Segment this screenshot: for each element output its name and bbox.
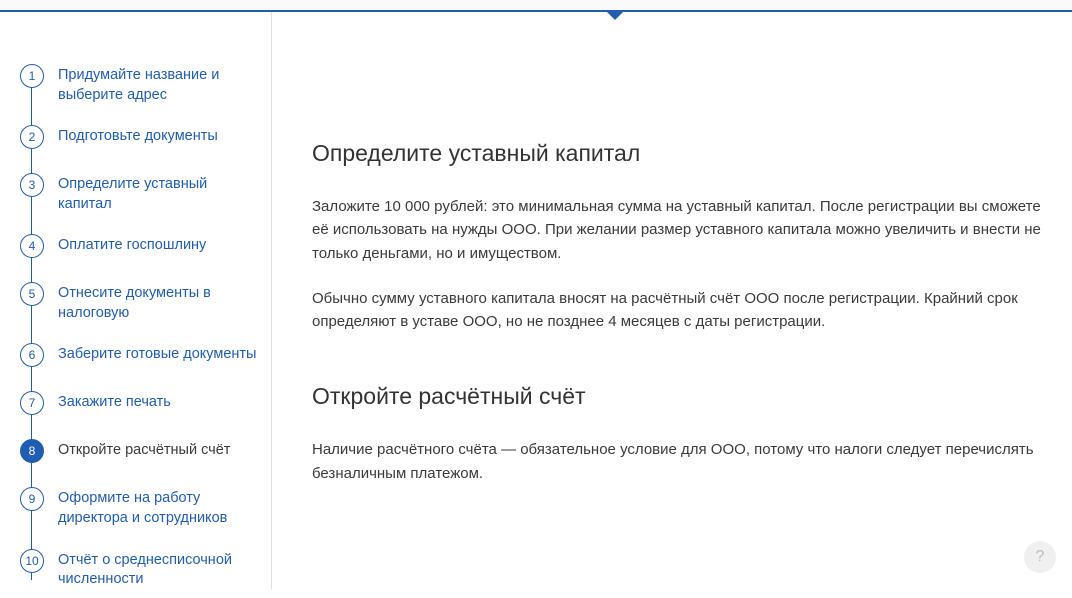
section-paragraph: Обычно сумму уставного капитала вносят н… — [312, 287, 1042, 334]
step-label: Определите уставный капитал — [58, 169, 261, 214]
step-number-badge: 6 — [20, 343, 44, 367]
step-number-badge: 1 — [20, 64, 44, 88]
section-paragraph: Заложите 10 000 рублей: это минимальная … — [312, 195, 1042, 265]
step-label: Подготовьте документы — [58, 121, 218, 147]
step-number-badge: 8 — [20, 439, 44, 463]
step-label: Оплатите госпошлину — [58, 230, 206, 256]
step-1[interactable]: 1 Придумайте название и выберите адрес — [20, 52, 261, 113]
main-container: 1 Придумайте название и выберите адрес 2… — [0, 12, 1072, 589]
step-number-badge: 9 — [20, 487, 44, 511]
step-6[interactable]: 6 Заберите готовые документы — [20, 331, 261, 379]
help-button[interactable]: ? — [1024, 541, 1056, 573]
section-heading-account: Откройте расчётный счёт — [312, 383, 1042, 410]
step-number-badge: 4 — [20, 234, 44, 258]
section-paragraph: Наличие расчётного счёта — обязательное … — [312, 438, 1042, 485]
step-number-badge: 10 — [20, 549, 44, 573]
step-8[interactable]: 8 Откройте расчётный счёт — [20, 427, 261, 475]
step-7[interactable]: 7 Закажите печать — [20, 379, 261, 427]
step-number-badge: 2 — [20, 125, 44, 149]
step-label: Отнесите документы в налоговую — [58, 278, 261, 323]
step-5[interactable]: 5 Отнесите документы в налоговую — [20, 270, 261, 331]
help-icon: ? — [1036, 548, 1045, 566]
step-label: Придумайте название и выберите адрес — [58, 60, 261, 105]
step-3[interactable]: 3 Определите уставный капитал — [20, 161, 261, 222]
steps-sidebar: 1 Придумайте название и выберите адрес 2… — [0, 12, 272, 589]
step-label: Откройте расчётный счёт — [58, 435, 230, 461]
step-label: Заберите готовые документы — [58, 339, 256, 365]
step-2[interactable]: 2 Подготовьте документы — [20, 113, 261, 161]
step-number-badge: 3 — [20, 173, 44, 197]
step-4[interactable]: 4 Оплатите госпошлину — [20, 222, 261, 270]
step-number-badge: 7 — [20, 391, 44, 415]
step-label: Закажите печать — [58, 387, 171, 413]
steps-list: 1 Придумайте название и выберите адрес 2… — [20, 52, 261, 598]
step-9[interactable]: 9 Оформите на работу директора и сотрудн… — [20, 475, 261, 536]
top-divider — [0, 0, 1072, 12]
step-label: Отчёт о среднесписочной численности — [58, 545, 261, 590]
step-10[interactable]: 10 Отчёт о среднесписочной численности — [20, 537, 261, 598]
step-number-badge: 5 — [20, 282, 44, 306]
section-heading-capital: Определите уставный капитал — [312, 140, 1042, 167]
content-area: Определите уставный капитал Заложите 10 … — [272, 12, 1072, 589]
step-label: Оформите на работу директора и сотрудник… — [58, 483, 261, 528]
